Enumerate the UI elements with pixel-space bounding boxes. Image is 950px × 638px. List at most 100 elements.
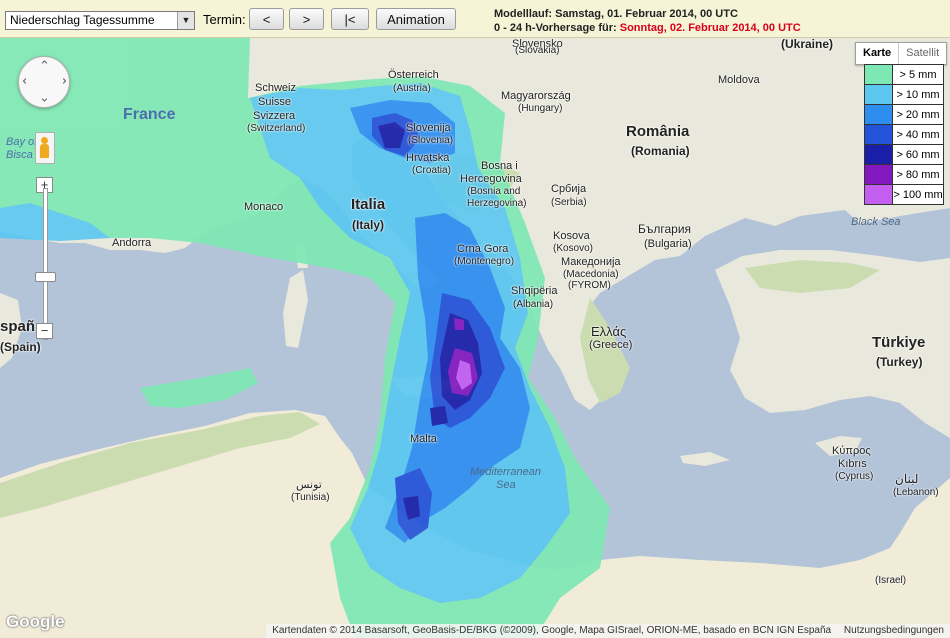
label-kosova: Kosova — [553, 230, 590, 242]
label-turkiye: Türkiye — [872, 334, 926, 351]
pegman-icon[interactable] — [35, 132, 55, 164]
precipitation-legend: > 5 mm > 10 mm > 20 mm > 40 mm > 60 mm > 80 m… — [864, 64, 944, 205]
toolbar: Niederschlag Tagessumme ▼ Termin: < > |<… — [0, 0, 950, 38]
zoom-slider-handle[interactable] — [35, 272, 56, 282]
map-type-map-button[interactable]: Karte — [856, 43, 900, 64]
label-switzerland: (Switzerland) — [247, 123, 306, 134]
forecast-date: Sonntag, 02. Februar 2014, 00 UTC — [619, 22, 801, 34]
label-bosna: Bosna i — [481, 160, 518, 172]
label-herzegovina: Herzegovina) — [467, 198, 527, 209]
label-bay-of-biscay-2: Bisca — [6, 149, 33, 161]
label-slovakia: (Slovakia) — [515, 45, 560, 56]
legend-row: > 10 mm — [864, 84, 944, 105]
label-italia: Italia — [351, 196, 386, 213]
label-black-sea: Black Sea — [851, 216, 901, 228]
label-suisse: Suisse — [258, 96, 292, 108]
map-type-control: Karte Satellit — [855, 42, 948, 65]
map-graphics — [0, 38, 950, 638]
label-ellas: Ελλάς — [591, 324, 627, 339]
legend-row: > 80 mm — [864, 164, 944, 185]
label-ukraine: (Ukraine) — [781, 38, 834, 51]
label-fyrom: (FYROM) — [568, 280, 611, 291]
pan-down-icon[interactable]: ⌃ — [39, 88, 50, 104]
label-andorra: Andorra — [112, 237, 152, 249]
terms-link[interactable]: Nutzungsbedingungen — [844, 625, 944, 636]
pan-left-icon[interactable]: ⌃ — [20, 76, 36, 87]
model-run-label: Modelllauf: Samstag, 01. Februar 2014, 0… — [494, 8, 738, 20]
label-montenegro: (Montenegro) — [454, 256, 515, 267]
pegman-body — [40, 144, 49, 158]
label-spain: (Spain) — [0, 340, 41, 354]
label-mediterranean-sea-1: Mediterranean — [470, 466, 541, 478]
attribution-text: Kartendaten © 2014 Basarsoft, GeoBasis-D… — [272, 625, 832, 636]
google-logo[interactable]: Google — [6, 612, 65, 632]
map-canvas[interactable]: France Bay of Bisca Schweiz Suisse Svizz… — [0, 38, 950, 638]
legend-swatch — [864, 164, 893, 185]
label-turkey: (Turkey) — [876, 355, 923, 369]
label-schweiz: Schweiz — [255, 82, 296, 94]
label-lebanon-ar: لبنان — [895, 472, 919, 486]
pan-right-icon[interactable]: ⌃ — [52, 76, 68, 87]
label-france: France — [123, 106, 176, 123]
legend-swatch — [864, 124, 893, 145]
termin-label: Termin: — [203, 12, 246, 27]
label-crna-gora: Crna Gora — [457, 243, 509, 255]
label-albania: (Albania) — [513, 299, 554, 310]
label-hercegovina: Hercegovina — [460, 173, 522, 185]
legend-label: > 5 mm — [892, 64, 944, 85]
label-bulgaria-en: (Bulgaria) — [644, 238, 692, 250]
legend-swatch — [864, 104, 893, 125]
legend-swatch — [864, 144, 893, 165]
label-hungary: (Hungary) — [518, 103, 563, 114]
zoom-out-button[interactable]: − — [36, 323, 53, 339]
zoom-slider-track[interactable] — [43, 188, 48, 340]
legend-label: > 20 mm — [892, 104, 944, 125]
legend-body: > 5 mm > 10 mm > 20 mm > 40 mm > 60 mm > 80 m… — [864, 64, 944, 205]
legend-label: > 40 mm — [892, 124, 944, 145]
label-espana: spañ — [0, 318, 36, 335]
label-lebanon: (Lebanon) — [893, 487, 939, 498]
previous-button[interactable]: < — [249, 8, 284, 30]
label-srbija: Србија — [551, 183, 587, 195]
legend-swatch — [864, 184, 893, 205]
pan-up-icon[interactable]: ⌃ — [39, 58, 50, 74]
legend-row: > 20 mm — [864, 104, 944, 125]
label-cyprus-tr: Kıbrıs — [838, 458, 867, 470]
legend-label: > 80 mm — [892, 164, 944, 185]
label-romania: România — [626, 123, 690, 140]
label-cyprus: (Cyprus) — [835, 471, 874, 482]
label-tunisia: (Tunisia) — [291, 492, 330, 503]
legend-row: > 100 mm — [864, 184, 944, 205]
label-shqiperia: Shqipëria — [511, 285, 558, 297]
label-osterreich: Österreich — [388, 69, 439, 81]
first-button[interactable]: |< — [331, 8, 369, 30]
label-tunis: تونس — [296, 479, 322, 491]
label-bay-of-biscay-1: Bay of — [6, 136, 38, 148]
legend-row: > 40 mm — [864, 124, 944, 145]
pegman-head — [41, 137, 48, 144]
label-israel: (Israel) — [875, 575, 907, 586]
product-select-value: Niederschlag Tagessumme — [10, 13, 155, 27]
label-malta: Malta — [410, 433, 437, 445]
legend-label: > 60 mm — [892, 144, 944, 165]
label-croatia: (Croatia) — [412, 165, 451, 176]
label-moldova: Moldova — [718, 74, 760, 86]
label-austria: (Austria) — [393, 83, 431, 94]
label-bosnia: (Bosnia and — [467, 186, 521, 197]
label-romania-en: (Romania) — [631, 144, 690, 158]
product-select[interactable]: Niederschlag Tagessumme ▼ — [5, 11, 195, 30]
next-button[interactable]: > — [289, 8, 324, 30]
label-italy: (Italy) — [352, 218, 385, 232]
map-type-satellite-button[interactable]: Satellit — [899, 43, 946, 64]
animation-button[interactable]: Animation — [376, 8, 456, 30]
forecast-label: 0 - 24 h-Vorhersage für: Sonntag, 02. Fe… — [494, 22, 801, 34]
label-monaco: Monaco — [244, 201, 284, 213]
label-hrvatska: Hrvatska — [406, 152, 450, 164]
legend-swatch — [864, 84, 893, 105]
label-greece: (Greece) — [589, 339, 633, 351]
attribution-bar: Kartendaten © 2014 Basarsoft, GeoBasis-D… — [266, 624, 950, 638]
legend-label: > 10 mm — [892, 84, 944, 105]
chevron-down-icon[interactable]: ▼ — [177, 12, 194, 29]
pan-control[interactable]: ⌃ ⌃ ⌃ ⌃ — [18, 56, 70, 108]
label-mediterranean-sea-2: Sea — [496, 479, 516, 491]
